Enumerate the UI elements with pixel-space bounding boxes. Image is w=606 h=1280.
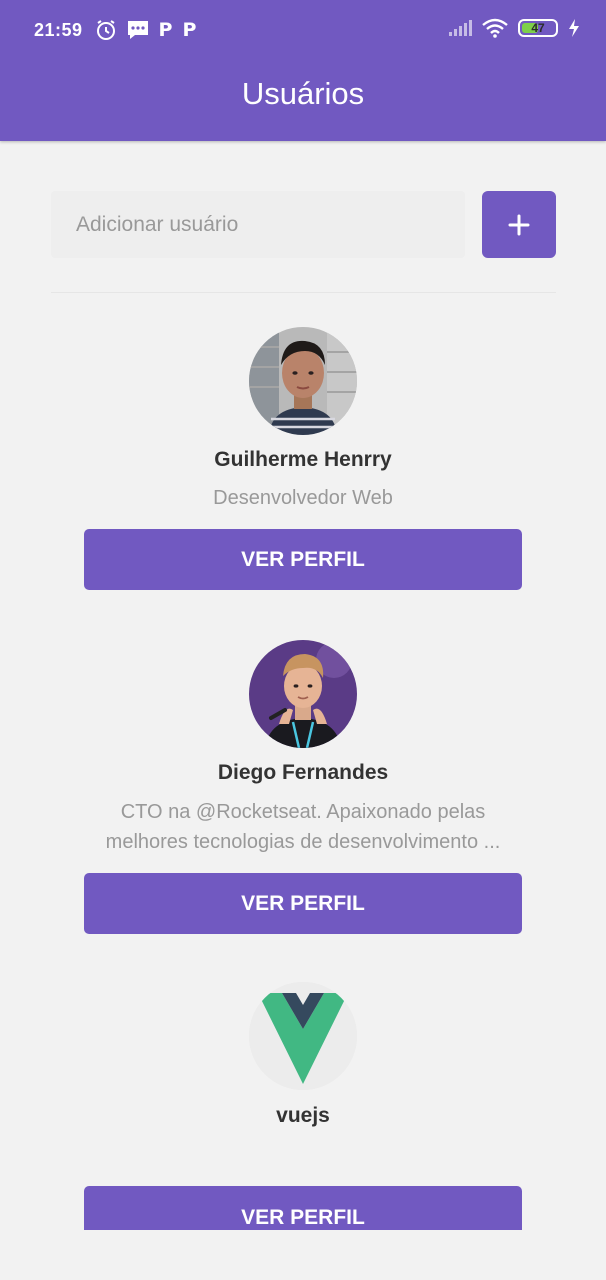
avatar [249,327,357,435]
wifi-icon [482,18,508,38]
page-title: Usuários [241,76,365,111]
add-user-input[interactable] [51,191,465,258]
avatar [249,982,357,1090]
charging-icon [568,19,580,37]
message-icon [127,20,149,40]
status-bar: 21:59 P P 47 [0,0,606,60]
battery-level: 47 [531,21,545,35]
app-header: 21:59 P P 47 Usuários [0,0,606,141]
add-user-button[interactable] [482,191,556,258]
vue-logo-icon [249,982,357,1090]
divider [51,292,556,293]
avatar [249,640,357,748]
user-bio: CTO na @Rocketseat. Apaixonado pelas mel… [105,801,501,853]
user-name: Diego Fernandes [217,761,389,784]
view-profile-button[interactable]: VER PERFIL [84,529,522,590]
p-icon: P [182,19,197,41]
view-profile-button[interactable]: VER PERFIL [84,873,522,934]
view-profile-button[interactable]: VER PERFIL [84,1186,522,1230]
signal-icon [448,19,472,37]
plus-icon [508,214,530,235]
user-bio: Desenvolvedor Web [213,487,393,509]
alarm-icon [95,19,117,41]
status-time: 21:59 [34,19,83,40]
battery-icon: 47 [518,19,558,37]
user-name: Guilherme Henrry [214,448,392,471]
p-icon: P [158,19,173,41]
add-user-form [51,191,556,258]
user-name: vuejs [276,1104,330,1127]
